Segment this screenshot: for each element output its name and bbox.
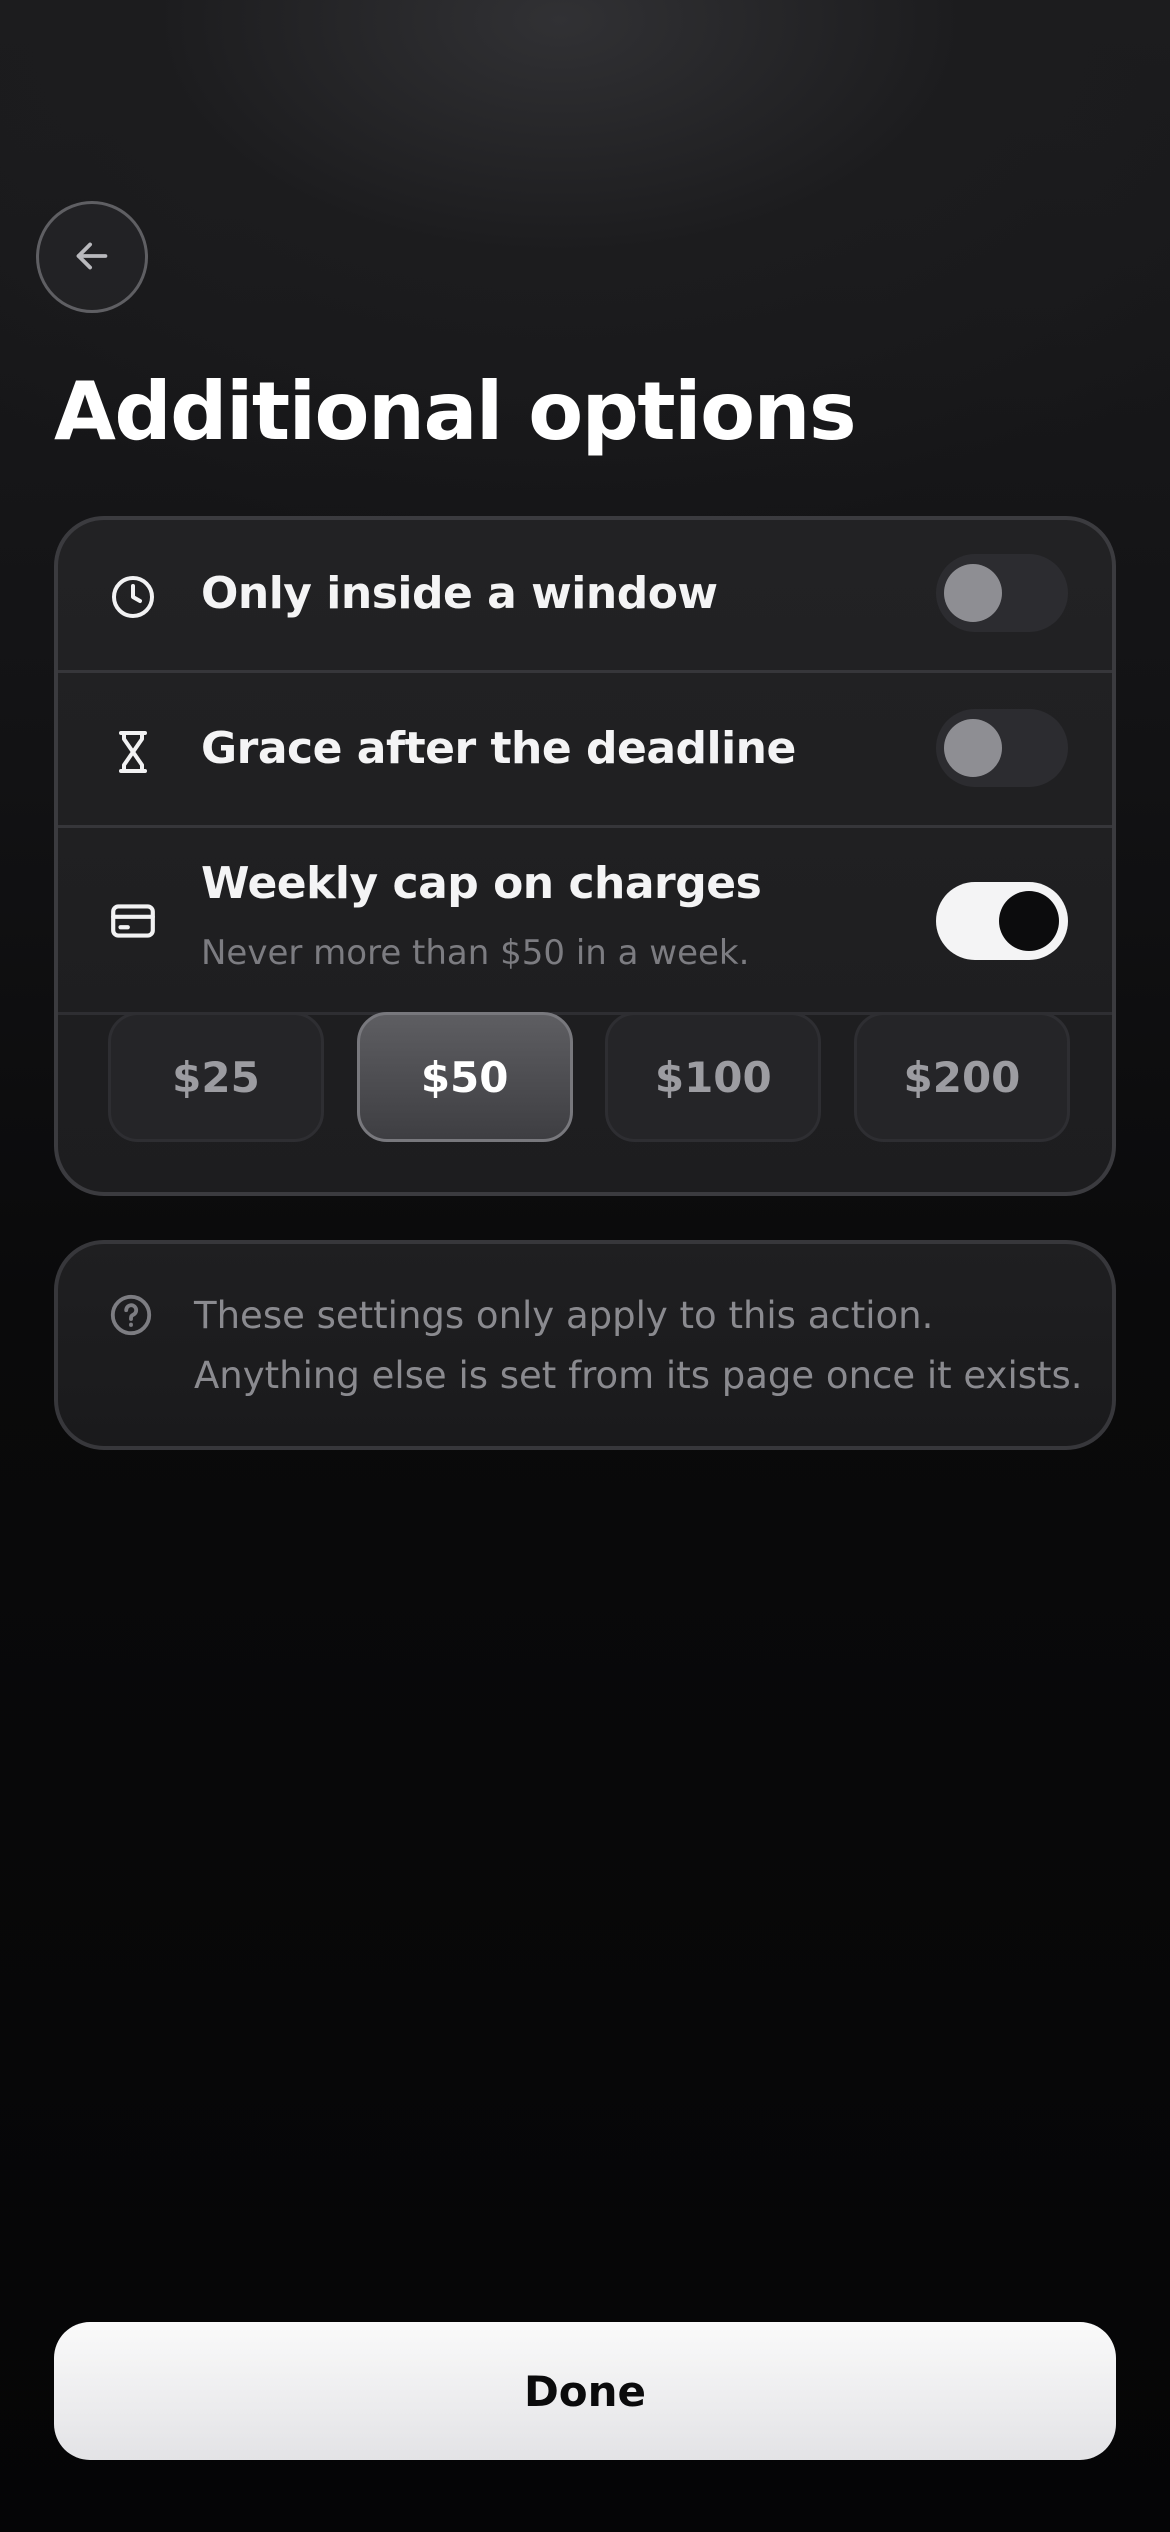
- option-row-grace[interactable]: Grace after the deadline: [58, 670, 1112, 822]
- option-label: Grace after the deadline: [201, 723, 796, 774]
- page-title: Additional options: [54, 365, 857, 458]
- amount-chip-200[interactable]: $200: [853, 1012, 1070, 1142]
- cap-amount-selector: $25 $50 $100 $200: [108, 1012, 1070, 1142]
- back-button[interactable]: [36, 201, 148, 313]
- option-label: Weekly cap on charges: [201, 858, 762, 909]
- option-row-window[interactable]: Only inside a window: [58, 520, 1112, 667]
- info-card: These settings only apply to this action…: [54, 1240, 1116, 1450]
- weekly-cap-toggle[interactable]: [936, 882, 1068, 960]
- done-button[interactable]: Done: [54, 2322, 1116, 2460]
- grace-toggle[interactable]: [936, 709, 1068, 787]
- credit-card-icon: [108, 896, 158, 946]
- amount-chip-25[interactable]: $25: [108, 1012, 324, 1142]
- clock-icon: [108, 572, 158, 622]
- info-text: These settings only apply to this action…: [194, 1294, 1083, 1397]
- toggle-knob: [999, 891, 1059, 951]
- amount-chip-50[interactable]: $50: [356, 1012, 573, 1142]
- hourglass-icon: [108, 727, 158, 777]
- amount-chip-100[interactable]: $100: [605, 1012, 822, 1142]
- help-circle-icon: [108, 1292, 154, 1338]
- toggle-knob: [944, 719, 1002, 777]
- option-label: Only inside a window: [201, 568, 718, 619]
- options-card: Only inside a window Grace after the dea…: [54, 516, 1116, 1196]
- window-toggle[interactable]: [936, 554, 1068, 632]
- option-subtitle: Never more than $50 in a week.: [201, 933, 750, 973]
- arrow-left-icon: [69, 233, 115, 282]
- option-row-weekly-cap[interactable]: Weekly cap on charges Never more than $5…: [58, 825, 1112, 1015]
- toggle-knob: [944, 564, 1002, 622]
